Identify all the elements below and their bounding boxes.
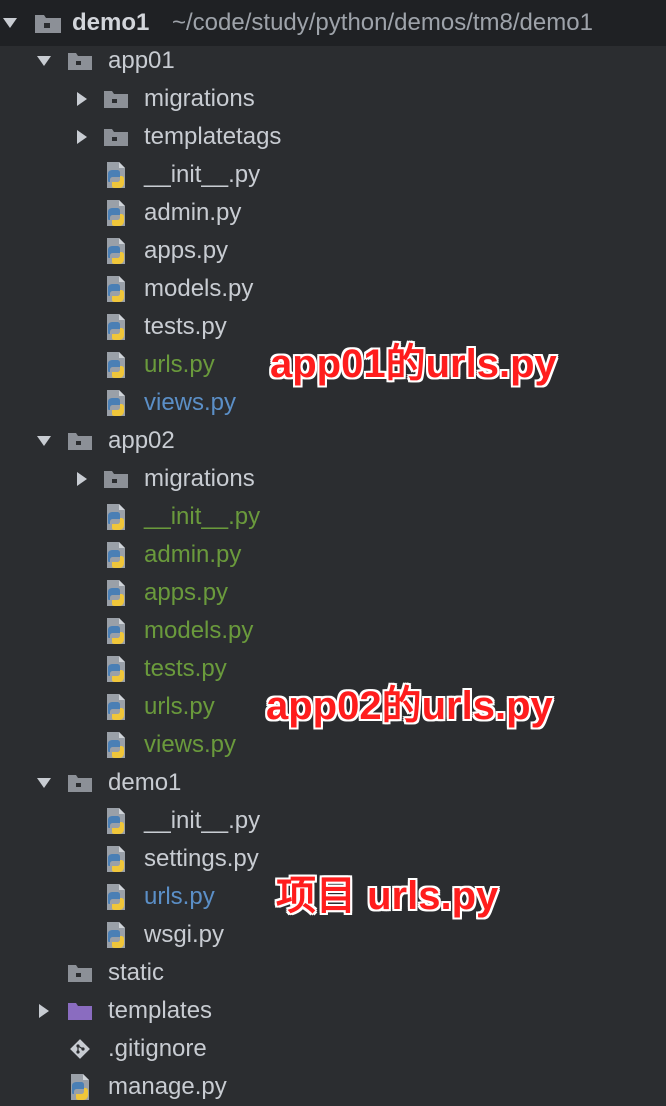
chevron-down-icon[interactable] <box>0 0 20 46</box>
root-folder-path: ~/code/study/python/demos/tm8/demo1 <box>172 9 593 36</box>
tree-item-templates[interactable]: templates <box>0 992 666 1030</box>
tree-item-label: templatetags <box>144 123 282 150</box>
tree-item-views-py[interactable]: views.py <box>0 384 666 422</box>
tree-item-migrations[interactable]: migrations <box>0 80 666 118</box>
tree-item-migrations[interactable]: migrations <box>0 460 666 498</box>
tree-item-label: .gitignore <box>108 1035 207 1062</box>
tree-item-label: admin.py <box>144 199 242 226</box>
folder-icon <box>102 460 130 498</box>
python-file-icon <box>102 194 130 232</box>
folder-icon <box>34 0 62 46</box>
tree-item-gitignore[interactable]: .gitignore <box>0 1030 666 1068</box>
tree-item-label: migrations <box>144 465 255 492</box>
python-file-icon <box>102 308 130 346</box>
template-folder-icon <box>66 992 94 1030</box>
tree-item-label: migrations <box>144 85 255 112</box>
annotation-label: 项目 urls.py <box>276 874 499 918</box>
tree-item-admin-py[interactable]: admin.py <box>0 536 666 574</box>
tree-item-label: wsgi.py <box>144 921 225 948</box>
tree-item-label: apps.py <box>144 579 229 606</box>
folder-icon <box>102 118 130 156</box>
tree-item-label: tests.py <box>144 313 227 340</box>
tree-item-demo1[interactable]: demo1 <box>0 764 666 802</box>
python-file-icon <box>66 1068 94 1106</box>
tree-item-label: models.py <box>144 617 254 644</box>
tree-item-label: __init__.py <box>144 161 261 188</box>
python-file-icon <box>102 878 130 916</box>
tree-item-init-py[interactable]: __init__.py <box>0 802 666 840</box>
tree-item-label: views.py <box>144 389 237 416</box>
python-file-icon <box>102 840 130 878</box>
tree-item-views-py[interactable]: views.py <box>0 726 666 764</box>
python-file-icon <box>102 270 130 308</box>
python-file-icon <box>102 916 130 954</box>
folder-icon <box>66 764 94 802</box>
chevron-right-icon[interactable] <box>72 118 92 156</box>
folder-icon <box>66 42 94 80</box>
tree-item-static[interactable]: static <box>0 954 666 992</box>
tree-item-label: urls.py <box>144 693 215 720</box>
annotation-label: app02的urls.py <box>266 684 553 728</box>
tree-item-init-py[interactable]: __init__.py <box>0 156 666 194</box>
tree-item-init-py[interactable]: __init__.py <box>0 498 666 536</box>
tree-item-label: urls.py <box>144 351 215 378</box>
tree-item-label: admin.py <box>144 541 242 568</box>
python-file-icon <box>102 650 130 688</box>
python-file-icon <box>102 384 130 422</box>
root-folder-name: demo1 <box>72 9 150 36</box>
python-file-icon <box>102 346 130 384</box>
python-file-icon <box>102 574 130 612</box>
tree-item-label: manage.py <box>108 1073 227 1100</box>
tree-item-admin-py[interactable]: admin.py <box>0 194 666 232</box>
python-file-icon <box>102 498 130 536</box>
tree-item-label: __init__.py <box>144 503 261 530</box>
chevron-down-icon[interactable] <box>34 764 54 802</box>
chevron-right-icon[interactable] <box>72 80 92 118</box>
tree-item-label: settings.py <box>144 845 259 872</box>
chevron-right-icon[interactable] <box>72 460 92 498</box>
tree-item-label: demo1 <box>108 769 182 796</box>
tree-item-templatetags[interactable]: templatetags <box>0 118 666 156</box>
python-file-icon <box>102 156 130 194</box>
tree-item-label: app02 <box>108 427 175 454</box>
tree-item-models-py[interactable]: models.py <box>0 612 666 650</box>
tree-item-app02[interactable]: app02 <box>0 422 666 460</box>
tree-item-app01[interactable]: app01 <box>0 42 666 80</box>
tree-item-label: templates <box>108 997 213 1024</box>
python-file-icon <box>102 688 130 726</box>
git-icon <box>66 1030 94 1068</box>
folder-icon <box>102 80 130 118</box>
python-file-icon <box>102 726 130 764</box>
tree-item-apps-py[interactable]: apps.py <box>0 232 666 270</box>
chevron-down-icon[interactable] <box>34 42 54 80</box>
tree-item-label: models.py <box>144 275 254 302</box>
python-file-icon <box>102 536 130 574</box>
tree-item-label: static <box>108 959 165 986</box>
tree-item-models-py[interactable]: models.py <box>0 270 666 308</box>
tree-item-label: urls.py <box>144 883 215 910</box>
tree-item-wsgi-py[interactable]: wsgi.py <box>0 916 666 954</box>
tree-item-label: app01 <box>108 47 175 74</box>
annotation-label: app01的urls.py <box>270 342 557 386</box>
python-file-icon <box>102 232 130 270</box>
tree-root-row[interactable]: demo1 ~/code/study/python/demos/tm8/demo… <box>0 0 666 46</box>
chevron-down-icon[interactable] <box>34 422 54 460</box>
tree-item-apps-py[interactable]: apps.py <box>0 574 666 612</box>
folder-icon <box>66 422 94 460</box>
tree-item-label: apps.py <box>144 237 229 264</box>
folder-icon <box>66 954 94 992</box>
python-file-icon <box>102 802 130 840</box>
tree-item-label: views.py <box>144 731 237 758</box>
chevron-right-icon[interactable] <box>34 992 54 1030</box>
tree-item-manage-py[interactable]: manage.py <box>0 1068 666 1106</box>
python-file-icon <box>102 612 130 650</box>
tree-item-label: __init__.py <box>144 807 261 834</box>
tree-item-label: tests.py <box>144 655 227 682</box>
